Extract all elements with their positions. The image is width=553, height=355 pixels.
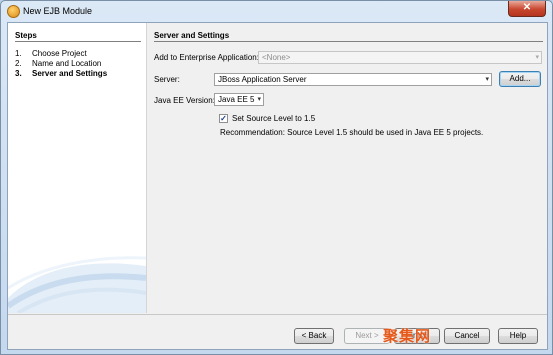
window-title: New EJB Module: [23, 6, 93, 16]
chevron-down-icon[interactable]: ▾: [485, 74, 489, 85]
enterprise-app-label: Add to Enterprise Application:: [154, 53, 259, 62]
step-number: 3.: [15, 69, 22, 78]
java-ee-version-label: Java EE Version:: [154, 96, 215, 105]
server-value: JBoss Application Server: [218, 75, 307, 84]
help-button[interactable]: Help: [498, 328, 538, 344]
close-button[interactable]: ✕: [508, 1, 546, 17]
java-ee-version-value: Java EE 5: [218, 95, 255, 104]
step-label: Name and Location: [32, 59, 102, 68]
site-watermark: 聚集网: [383, 328, 432, 345]
step-label: Server and Settings: [32, 69, 108, 78]
footer-divider: [8, 314, 547, 315]
server-select[interactable]: JBoss Application Server ▾: [214, 73, 492, 86]
step-name-and-location: 2. Name and Location: [15, 59, 101, 68]
source-level-checkbox-label[interactable]: Set Source Level to 1.5: [232, 114, 315, 123]
step-label: Choose Project: [32, 49, 87, 58]
recommendation-text: Recommendation: Source Level 1.5 should …: [220, 128, 484, 137]
enterprise-app-select: <None> ▾: [258, 51, 542, 64]
back-button[interactable]: < Back: [294, 328, 334, 344]
chevron-down-icon[interactable]: ▾: [257, 94, 261, 105]
decorative-swoosh-graphic: [8, 256, 146, 313]
settings-panel: Server and Settings Add to Enterprise Ap…: [147, 23, 547, 313]
title-bar[interactable]: New EJB Module ✕: [1, 1, 552, 22]
step-server-and-settings: 3. Server and Settings: [15, 69, 107, 78]
step-number: 1.: [15, 49, 22, 58]
enterprise-app-value: <None>: [262, 53, 291, 62]
steps-heading: Steps: [15, 31, 37, 40]
add-server-button[interactable]: Add...: [499, 71, 541, 87]
server-label: Server:: [154, 75, 180, 84]
settings-heading: Server and Settings: [154, 31, 230, 40]
chevron-down-icon: ▾: [535, 54, 539, 61]
steps-divider: [15, 41, 141, 42]
steps-panel: Steps 1. Choose Project 2. Name and Locati…: [8, 23, 147, 313]
cancel-button[interactable]: Cancel: [444, 328, 490, 344]
dialog-client-area: Steps 1. Choose Project 2. Name and Locati…: [7, 22, 548, 350]
source-level-checkbox[interactable]: ✓: [219, 114, 228, 123]
netbeans-app-icon: [7, 5, 20, 18]
step-number: 2.: [15, 59, 22, 68]
java-ee-version-select[interactable]: Java EE 5 ▾: [214, 93, 264, 106]
settings-divider: [154, 41, 543, 42]
step-choose-project: 1. Choose Project: [15, 49, 87, 58]
dialog-window: New EJB Module ✕ Steps 1. Choose Project …: [0, 0, 553, 355]
